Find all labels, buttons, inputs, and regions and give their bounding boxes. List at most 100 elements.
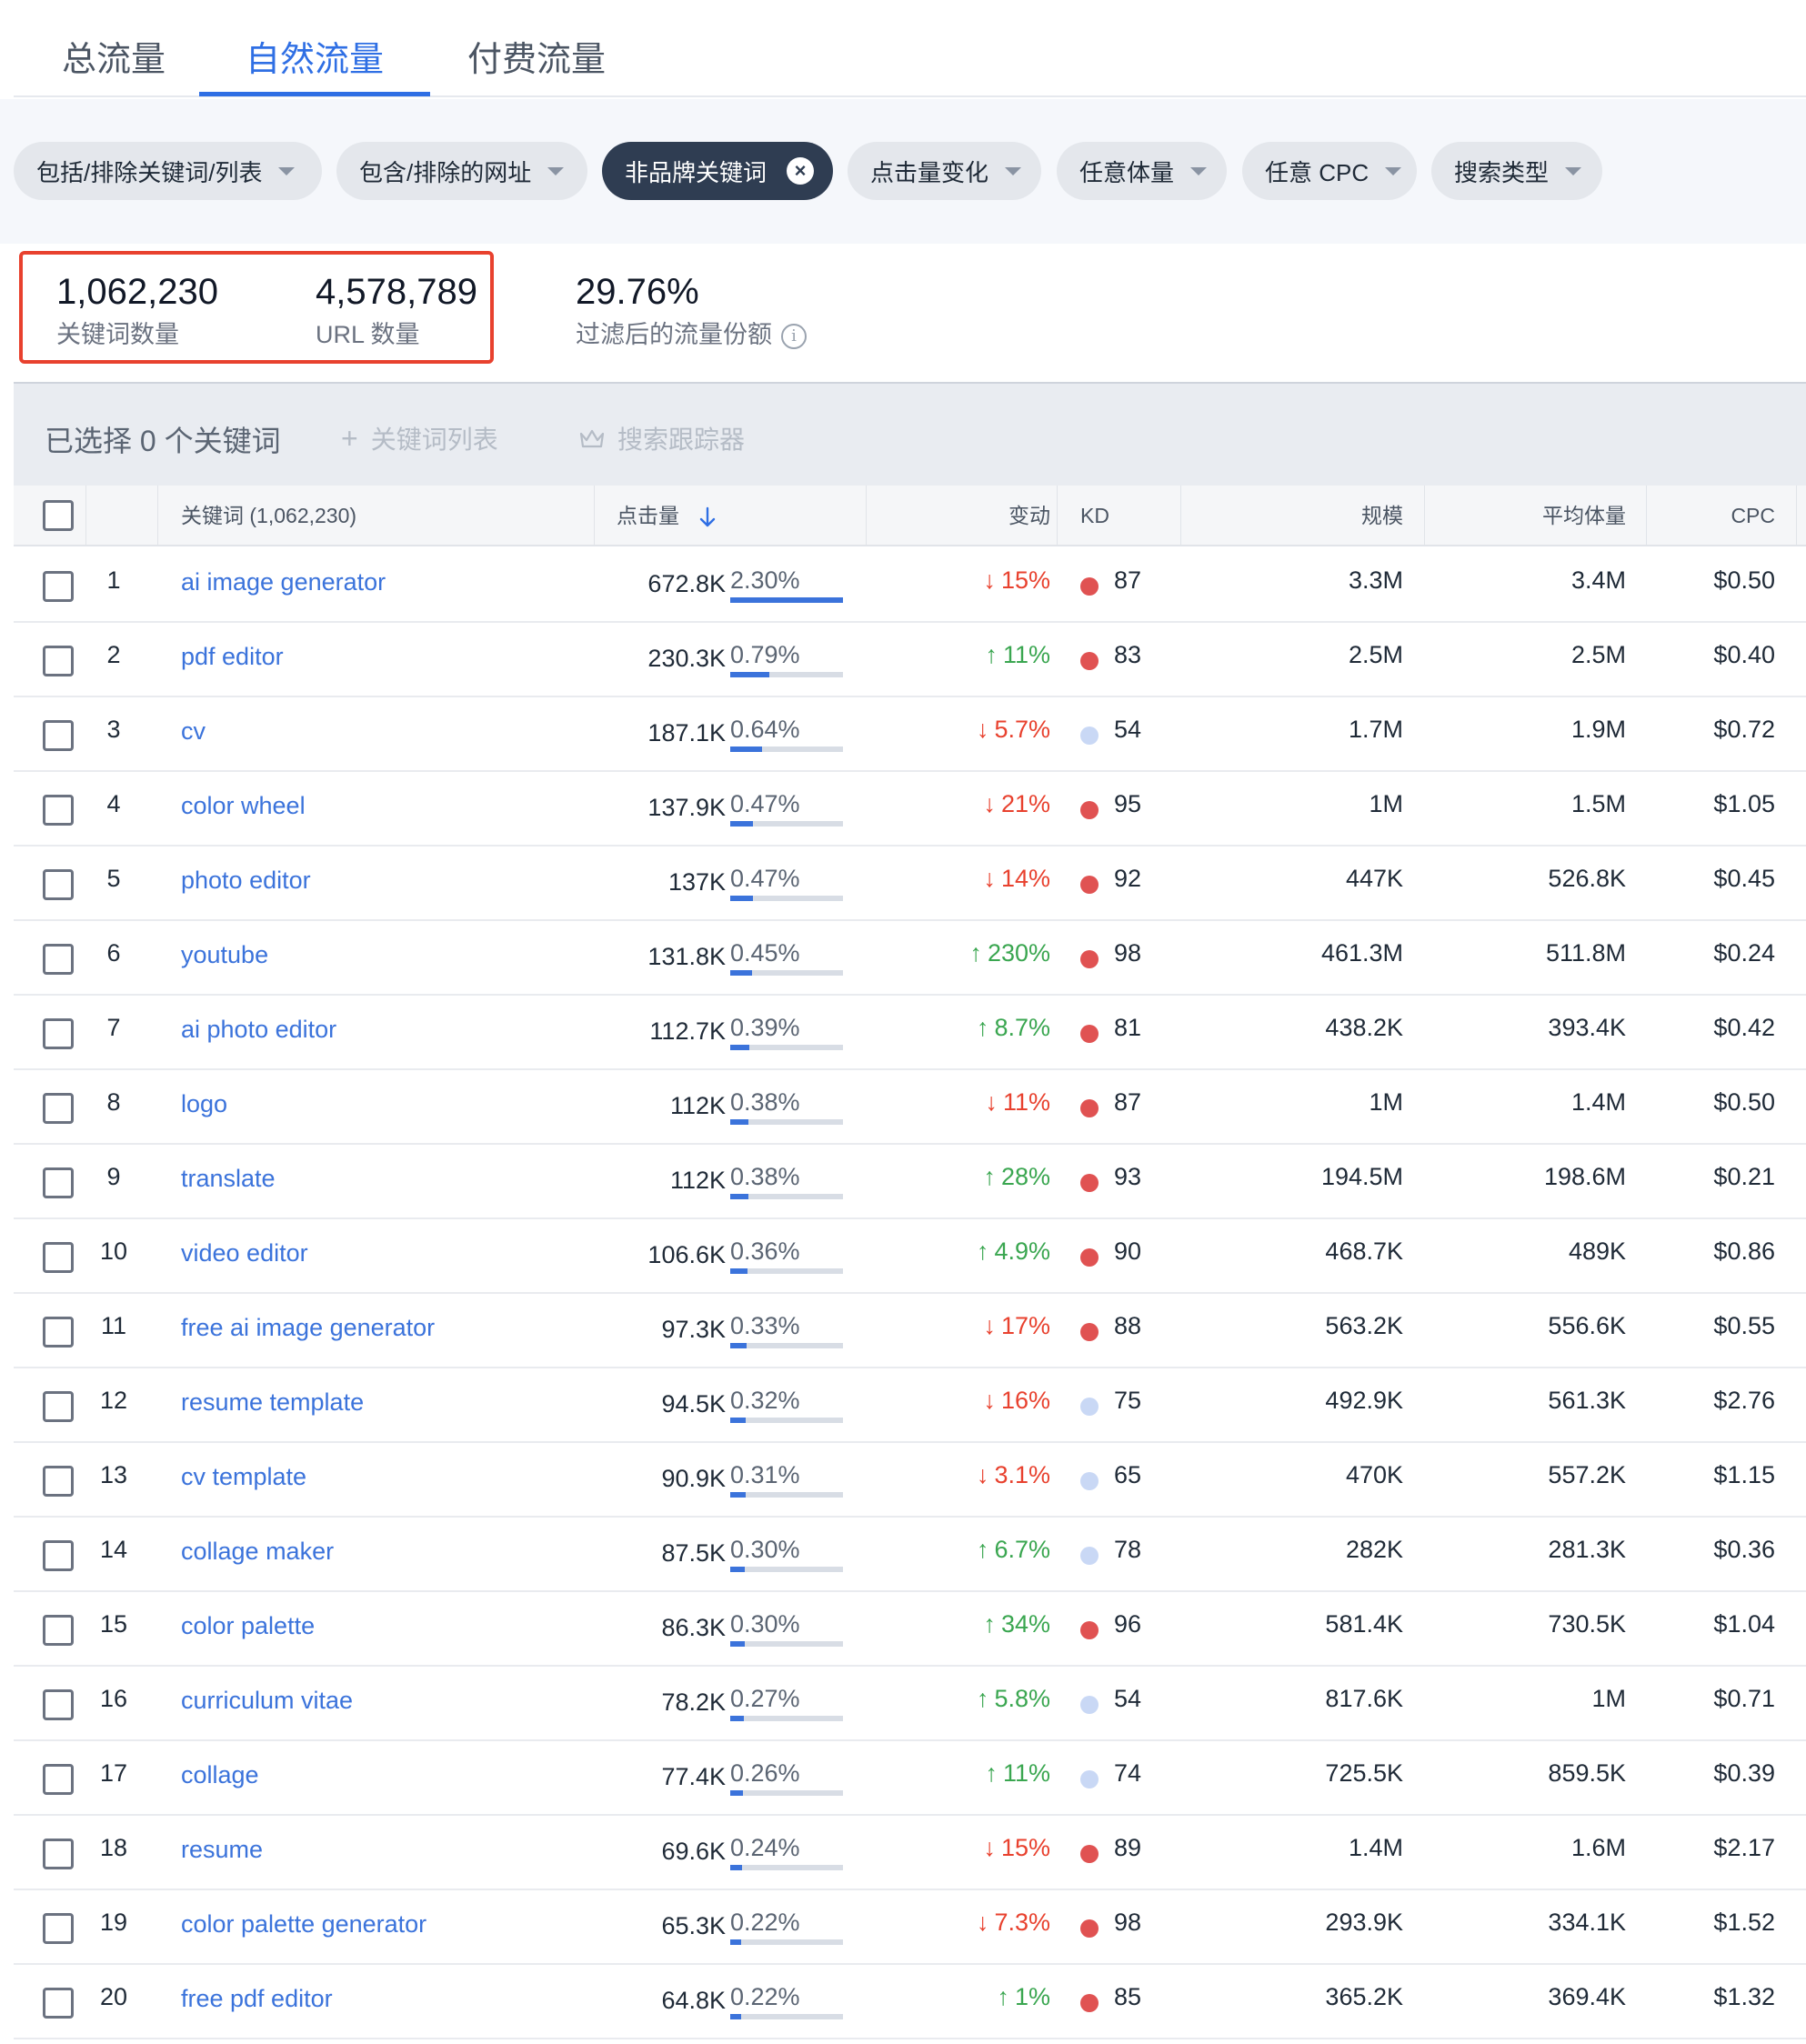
tab-paid-traffic[interactable]: 付费流量 [459, 0, 614, 97]
scale-value: 468.7K [1325, 1237, 1403, 1265]
kd-value: 98 [1114, 1909, 1142, 1936]
row-checkbox[interactable] [43, 1540, 74, 1571]
keyword-link[interactable]: collage [181, 1761, 259, 1789]
keyword-link[interactable]: color palette [181, 1612, 315, 1640]
keyword-link[interactable]: translate [181, 1165, 276, 1193]
scale-value: 817.6K [1325, 1685, 1403, 1712]
cpc-value: $0.42 [1713, 1014, 1775, 1041]
row-checkbox[interactable] [43, 1913, 74, 1944]
keyword-link[interactable]: ai image generator [181, 568, 386, 596]
tab-organic-traffic[interactable]: 自然流量 [199, 0, 430, 96]
kd-indicator-dot [1080, 1099, 1099, 1117]
change-text: 14% [1000, 865, 1050, 892]
row-checkbox[interactable] [43, 1242, 74, 1273]
row-checkbox[interactable] [43, 1764, 74, 1795]
keyword-link[interactable]: youtube [181, 941, 268, 969]
row-index: 20 [99, 1983, 128, 2010]
row-checkbox[interactable] [43, 795, 74, 826]
arrow-down-icon: ↓ [983, 1387, 996, 1414]
row-checkbox[interactable] [43, 1167, 74, 1198]
row-checkbox[interactable] [43, 1317, 74, 1348]
header-keyword[interactable]: 关键词 (1,062,230) [181, 486, 356, 546]
kd-indicator-dot [1080, 1472, 1099, 1490]
filter-volume[interactable]: 任意体量 [1057, 142, 1227, 200]
info-icon[interactable]: i [781, 323, 807, 349]
filter-include-exclude-urls[interactable]: 包含/排除的网址 [336, 142, 587, 200]
change-value: ↓ 15% [859, 1834, 1050, 1862]
avg-volume-value: 1.5M [1570, 790, 1626, 817]
kd-indicator-dot [1080, 1174, 1099, 1192]
change-value: ↑ 1% [859, 1983, 1050, 2011]
keyword-link[interactable]: curriculum vitae [181, 1687, 353, 1715]
header-kd[interactable]: KD [1080, 486, 1109, 546]
cpc-value: $0.45 [1713, 865, 1775, 892]
row-checkbox[interactable] [43, 1391, 74, 1422]
keyword-link[interactable]: free ai image generator [181, 1314, 435, 1342]
arrow-down-icon: ↓ [985, 1088, 998, 1116]
change-text: 6.7% [994, 1536, 1050, 1563]
change-value: ↓ 3.1% [859, 1461, 1050, 1489]
filter-non-brand-keywords[interactable]: 非品牌关键词 × [602, 142, 833, 200]
arrow-down-icon: ↓ [983, 790, 996, 817]
row-checkbox[interactable] [43, 944, 74, 975]
avg-volume-value: 526.8K [1548, 865, 1626, 892]
table-row: 8 logo 112K 0.38% ↓ 11% 87 1M 1.4M $0.50 [14, 1070, 1806, 1145]
clicks-share-bar [730, 821, 843, 827]
keyword-link[interactable]: pdf editor [181, 643, 284, 671]
change-value: ↑ 230% [859, 939, 1050, 967]
keyword-link[interactable]: video editor [181, 1239, 308, 1267]
row-checkbox[interactable] [43, 1988, 74, 2019]
keyword-link[interactable]: cv [181, 717, 206, 746]
keyword-link[interactable]: resume [181, 1836, 263, 1864]
header-scale[interactable]: 规模 [1196, 486, 1403, 546]
stats-panel: 1,062,230 关键词数量 4,578,789 URL 数量 29.76% … [0, 244, 1806, 382]
row-index: 1 [106, 566, 121, 594]
row-checkbox[interactable] [43, 869, 74, 900]
select-all-checkbox[interactable] [43, 500, 74, 531]
clicks-value: 65.3K [661, 1912, 726, 1939]
close-icon[interactable]: × [787, 157, 815, 185]
row-checkbox[interactable] [43, 1093, 74, 1124]
row-checkbox[interactable] [43, 720, 74, 751]
header-avg-volume[interactable]: 平均体量 [1432, 486, 1626, 546]
keyword-link[interactable]: color palette generator [181, 1910, 426, 1939]
row-checkbox[interactable] [43, 1018, 74, 1049]
keyword-link[interactable]: ai photo editor [181, 1016, 336, 1044]
kd-value: 65 [1114, 1461, 1142, 1488]
keyword-link[interactable]: logo [181, 1090, 227, 1118]
filter-clicks-change[interactable]: 点击量变化 [848, 142, 1041, 200]
row-checkbox[interactable] [43, 1689, 74, 1720]
clicks-share-bar-fill [730, 1641, 745, 1647]
kd-indicator-dot [1080, 652, 1099, 670]
keyword-link[interactable]: cv template [181, 1463, 306, 1491]
row-checkbox[interactable] [43, 1839, 74, 1869]
keyword-link[interactable]: resume template [181, 1388, 364, 1417]
keyword-link[interactable]: color wheel [181, 792, 306, 820]
cpc-value: $0.72 [1713, 716, 1775, 743]
avg-volume-value: 556.6K [1548, 1312, 1626, 1339]
table-row: 20 free pdf editor 64.8K 0.22% ↑ 1% 85 365.2K 36… [14, 1965, 1806, 2039]
change-value: ↓ 17% [859, 1312, 1050, 1340]
keyword-link[interactable]: photo editor [181, 867, 311, 895]
filter-include-exclude-keywords[interactable]: 包括/排除关键词/列表 [14, 142, 322, 200]
clicks-value: 94.5K [661, 1390, 726, 1418]
filter-search-type[interactable]: 搜索类型 [1431, 142, 1602, 200]
tab-total-traffic[interactable]: 总流量 [55, 0, 173, 97]
scale-value: 1M [1369, 1088, 1403, 1116]
row-checkbox[interactable] [43, 1615, 74, 1646]
add-to-keyword-list-button[interactable]: + 关键词列表 [341, 420, 498, 456]
keyword-link[interactable]: free pdf editor [181, 1985, 333, 2013]
keyword-link[interactable]: collage maker [181, 1538, 334, 1566]
header-change[interactable]: 变动 [878, 486, 1050, 546]
row-checkbox[interactable] [43, 571, 74, 602]
header-clicks[interactable]: 点击量 [617, 486, 716, 546]
header-cpc[interactable]: CPC [1650, 486, 1775, 546]
row-checkbox[interactable] [43, 646, 74, 676]
clicks-share-bar-fill [730, 1865, 742, 1870]
change-value: ↓ 11% [859, 1088, 1050, 1117]
kd-value: 87 [1114, 1088, 1142, 1116]
chevron-down-icon [1005, 166, 1022, 175]
filter-cpc[interactable]: 任意 CPC [1242, 142, 1417, 200]
search-tracker-button[interactable]: 搜索跟踪器 [579, 420, 745, 456]
row-checkbox[interactable] [43, 1466, 74, 1497]
